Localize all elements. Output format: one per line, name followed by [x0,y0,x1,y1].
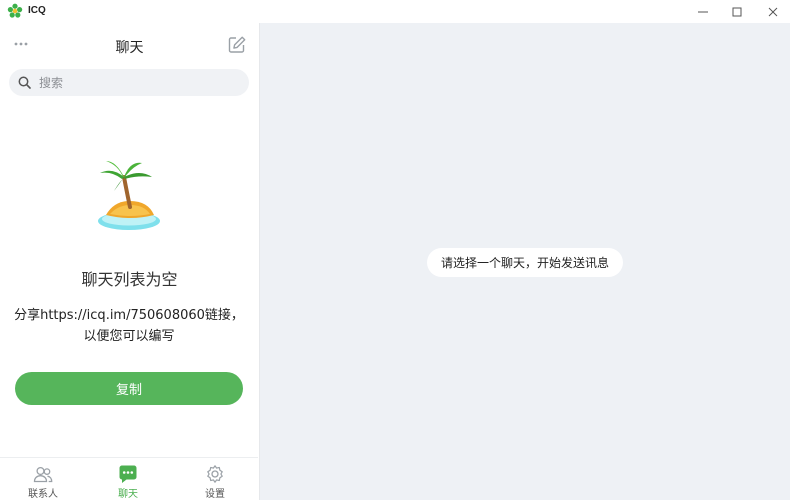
search-field[interactable] [9,69,249,96]
search-icon [18,76,31,89]
gear-icon [207,465,223,483]
chat-bubble-icon [119,465,137,483]
empty-state-title: 聊天列表为空 [81,270,178,289]
bottom-nav: 联系人 聊天 设置 [0,457,258,501]
share-link-text: 分享https://icq.im/750608060链接，以便您可以编写 [14,308,244,344]
palm-island-illustration [98,161,160,230]
close-button[interactable] [756,0,790,23]
icq-flower-logo-icon [7,3,23,18]
search-input[interactable] [37,74,241,91]
nav-item-contacts[interactable]: 联系人 [0,458,86,501]
maximize-icon [732,7,742,16]
select-chat-hint: 请选择一个聊天，开始发送讯息 [427,248,623,277]
copy-link-button[interactable]: 复制 [15,372,243,405]
compose-icon[interactable] [227,35,247,55]
contacts-icon [33,466,53,483]
conversation-area: 请选择一个聊天，开始发送讯息 [260,23,790,500]
chat-list-panel: 聊天 聊天列表为空 分享https://icq.im/750608060链接，以… [0,23,260,501]
page-title: 聊天 [115,40,144,56]
maximize-button[interactable] [720,0,754,23]
minimize-button[interactable] [686,0,720,23]
nav-item-settings[interactable]: 设置 [172,458,258,501]
close-icon [768,7,778,16]
nav-label-contacts: 联系人 [28,489,58,500]
nav-label-settings: 设置 [205,489,225,500]
window-title: ICQ [28,5,46,16]
nav-label-chats: 聊天 [118,489,138,500]
nav-item-chats[interactable]: 聊天 [85,458,171,501]
minimize-icon [698,11,708,12]
title-bar: ICQ [0,0,790,23]
